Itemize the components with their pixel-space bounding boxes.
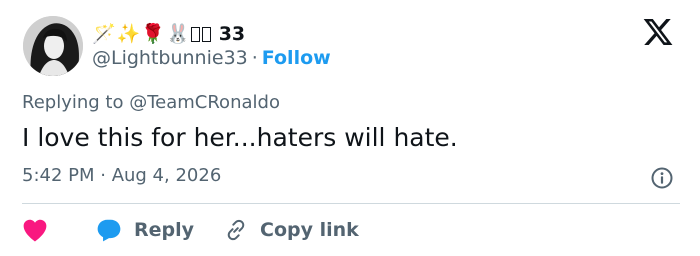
reply-label: Reply <box>134 219 195 241</box>
tweet-timestamp[interactable]: 5:42 PM · Aug 4, 2026 <box>22 165 221 186</box>
rose-emoji: 🌹 <box>141 23 166 45</box>
rabbit-emoji: 🐰 <box>166 23 190 45</box>
divider <box>22 203 680 204</box>
display-name[interactable]: 🪄 ✨ 🌹 🐰 33 <box>92 20 245 48</box>
sparkles-emoji: ✨ <box>116 23 141 45</box>
avatar[interactable] <box>23 16 83 76</box>
copy-link-button[interactable]: Copy link <box>224 218 359 242</box>
replying-to-prefix: Replying to <box>22 92 124 113</box>
replying-to: Replying to @TeamCRonaldo <box>22 92 280 113</box>
missing-glyph-box <box>190 26 200 42</box>
link-icon <box>227 219 245 241</box>
follow-button[interactable]: Follow <box>262 47 331 69</box>
speech-bubble-icon <box>97 219 121 242</box>
missing-glyph-box <box>201 26 211 42</box>
author-handle[interactable]: @Lightbunnie33 <box>92 47 248 69</box>
replying-to-handle[interactable]: @TeamCRonaldo <box>129 92 280 113</box>
tweet-card: 🪄 ✨ 🌹 🐰 33 @Lightbunnie33 · Follow Replyin… <box>0 0 700 256</box>
like-button[interactable] <box>22 218 48 242</box>
info-icon[interactable] <box>650 166 674 190</box>
author-handle-row: @Lightbunnie33 · Follow <box>92 47 331 69</box>
copy-link-label: Copy link <box>260 219 359 241</box>
action-bar: Reply Copy link <box>22 214 359 246</box>
avatar-photo <box>23 16 83 76</box>
tweet-text: I love this for her...haters will hate. <box>22 123 458 152</box>
magic-wand-emoji: 🪄 <box>92 23 116 45</box>
heart-icon <box>23 219 47 242</box>
separator-dot: · <box>251 47 258 69</box>
display-name-suffix: 33 <box>218 23 246 45</box>
reply-button[interactable]: Reply <box>96 218 194 242</box>
x-logo-icon[interactable] <box>642 16 674 48</box>
